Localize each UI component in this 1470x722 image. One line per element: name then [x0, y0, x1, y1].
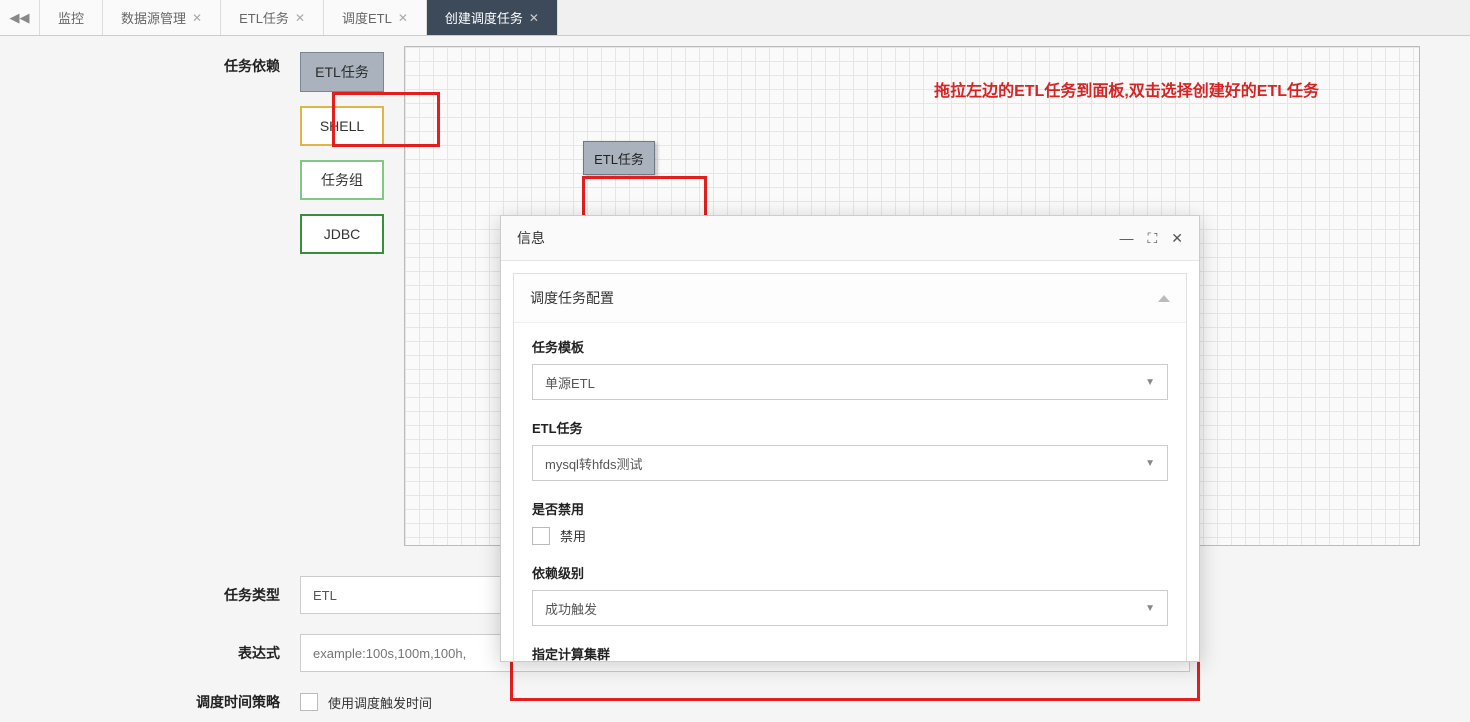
palette-item-label: SHELL [320, 118, 364, 134]
close-icon[interactable]: ✕ [529, 11, 539, 25]
label-depend-level: 依赖级别 [532, 563, 1168, 582]
close-icon[interactable]: ✕ [192, 11, 202, 25]
info-modal: 信息 — ⛶ ✕ 调度任务配置 任务模板 单源ETL ▼ E [500, 215, 1200, 662]
select-value: ETL [313, 588, 337, 603]
label-etl-task: ETL任务 [532, 418, 1168, 437]
tab-schedule-etl[interactable]: 调度ETL ✕ [324, 0, 427, 35]
tab-label: 创建调度任务 [445, 8, 523, 27]
row-strategy: 调度时间策略 使用调度触发时间 [0, 682, 1450, 722]
label-task-type: 任务类型 [0, 585, 300, 605]
palette-item-label: ETL任务 [315, 62, 369, 82]
node-palette: ETL任务 SHELL 任务组 JDBC [300, 46, 384, 546]
tab-etl-task[interactable]: ETL任务 ✕ [221, 0, 324, 35]
label-strategy: 调度时间策略 [0, 692, 300, 712]
instruction-banner: 拖拉左边的ETL任务到面板,双击选择创建好的ETL任务 [934, 77, 1319, 101]
disable-checkbox[interactable] [532, 527, 550, 545]
tab-label: 数据源管理 [121, 8, 186, 27]
select-depend-level[interactable]: 成功触发 ▼ [532, 590, 1168, 626]
palette-item-label: 任务组 [321, 170, 363, 190]
label-disable: 是否禁用 [532, 499, 1168, 518]
select-value: 单源ETL [545, 373, 595, 392]
close-icon[interactable]: ✕ [1171, 230, 1183, 247]
palette-item-label: JDBC [324, 226, 361, 242]
panel-title: 调度任务配置 [530, 288, 614, 308]
chevron-up-icon[interactable] [1158, 295, 1170, 302]
minimize-icon[interactable]: — [1119, 230, 1133, 247]
label-task-depend: 任务依赖 [0, 46, 300, 76]
schedule-config-panel: 调度任务配置 任务模板 单源ETL ▼ ETL任务 mysql转hfds测试 ▼ [513, 273, 1187, 661]
tab-create-schedule[interactable]: 创建调度任务 ✕ [427, 0, 558, 35]
strategy-checkbox-label: 使用调度触发时间 [328, 693, 432, 712]
caret-down-icon: ▼ [1145, 603, 1155, 614]
select-task-template[interactable]: 单源ETL ▼ [532, 364, 1168, 400]
maximize-icon[interactable]: ⛶ [1147, 230, 1157, 247]
palette-shell[interactable]: SHELL [300, 106, 384, 146]
tab-label: ETL任务 [239, 8, 289, 27]
select-value: 成功触发 [545, 599, 597, 618]
modal-title: 信息 [517, 228, 545, 248]
strategy-checkbox[interactable] [300, 693, 318, 711]
tab-monitor[interactable]: 监控 [40, 0, 103, 35]
close-icon[interactable]: ✕ [398, 11, 408, 25]
tab-label: 调度ETL [342, 8, 392, 27]
panel-header[interactable]: 调度任务配置 [514, 274, 1186, 323]
tabbar: ◀◀ 监控 数据源管理 ✕ ETL任务 ✕ 调度ETL ✕ 创建调度任务 ✕ [0, 0, 1470, 36]
tab-label: 监控 [58, 8, 84, 27]
modal-header[interactable]: 信息 — ⛶ ✕ [501, 216, 1199, 261]
collapse-tabs-button[interactable]: ◀◀ [0, 0, 40, 35]
canvas-etl-node[interactable]: ETL任务 [583, 141, 655, 175]
select-value: mysql转hfds测试 [545, 454, 643, 473]
caret-down-icon: ▼ [1145, 458, 1155, 469]
disable-checkbox-label: 禁用 [560, 526, 586, 545]
palette-jdbc[interactable]: JDBC [300, 214, 384, 254]
palette-group[interactable]: 任务组 [300, 160, 384, 200]
palette-etl-task[interactable]: ETL任务 [300, 52, 384, 92]
select-etl-task[interactable]: mysql转hfds测试 ▼ [532, 445, 1168, 481]
double-chevron-left-icon: ◀◀ [10, 10, 30, 26]
canvas-node-label: ETL任务 [594, 149, 644, 168]
label-expression: 表达式 [0, 643, 300, 663]
caret-down-icon: ▼ [1145, 377, 1155, 388]
modal-body[interactable]: 调度任务配置 任务模板 单源ETL ▼ ETL任务 mysql转hfds测试 ▼ [501, 261, 1199, 661]
label-cluster: 指定计算集群 [532, 644, 1168, 661]
tab-datasource[interactable]: 数据源管理 ✕ [103, 0, 221, 35]
close-icon[interactable]: ✕ [295, 11, 305, 25]
label-task-template: 任务模板 [532, 337, 1168, 356]
